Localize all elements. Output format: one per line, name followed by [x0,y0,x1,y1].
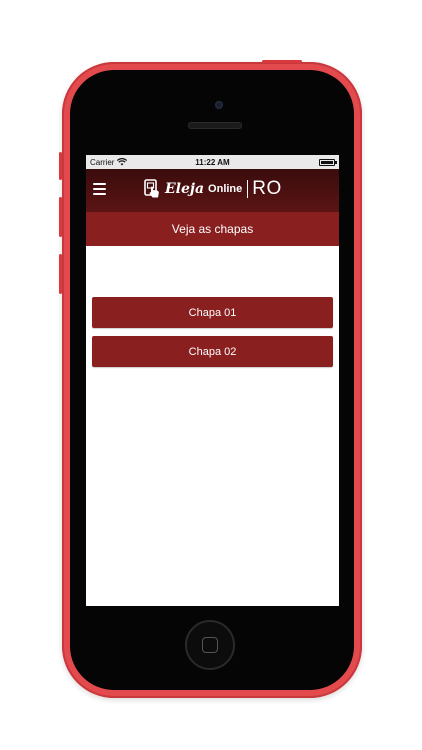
vote-hand-icon [144,179,159,198]
power-button [262,60,302,63]
chapa-02-button[interactable]: Chapa 02 [92,336,333,367]
battery-icon [319,158,337,166]
logo-word-online: Online [208,183,243,195]
logo-word-eleja: Eleja [165,181,205,197]
status-bar: Carrier 11:22 AM [86,155,339,169]
hamburger-menu-icon[interactable] [93,183,106,195]
mute-switch [59,152,62,180]
app-header: Eleja Online RO [86,169,339,212]
volume-up-button [59,197,62,237]
app-screen: Carrier 11:22 AM Eleja Online RO Veja as… [86,155,339,606]
home-button[interactable] [185,620,235,670]
chapa-01-button[interactable]: Chapa 01 [92,297,333,328]
carrier-label: Carrier [90,157,115,167]
logo-divider [247,180,249,198]
app-logo: Eleja Online RO [143,178,282,200]
chapas-list: Chapa 01 Chapa 02 [92,297,333,375]
page-title: Veja as chapas [86,212,339,246]
earpiece-speaker [188,122,242,129]
wifi-icon [117,158,128,166]
front-camera [215,101,223,109]
volume-down-button [59,254,62,294]
logo-state: RO [252,178,282,199]
